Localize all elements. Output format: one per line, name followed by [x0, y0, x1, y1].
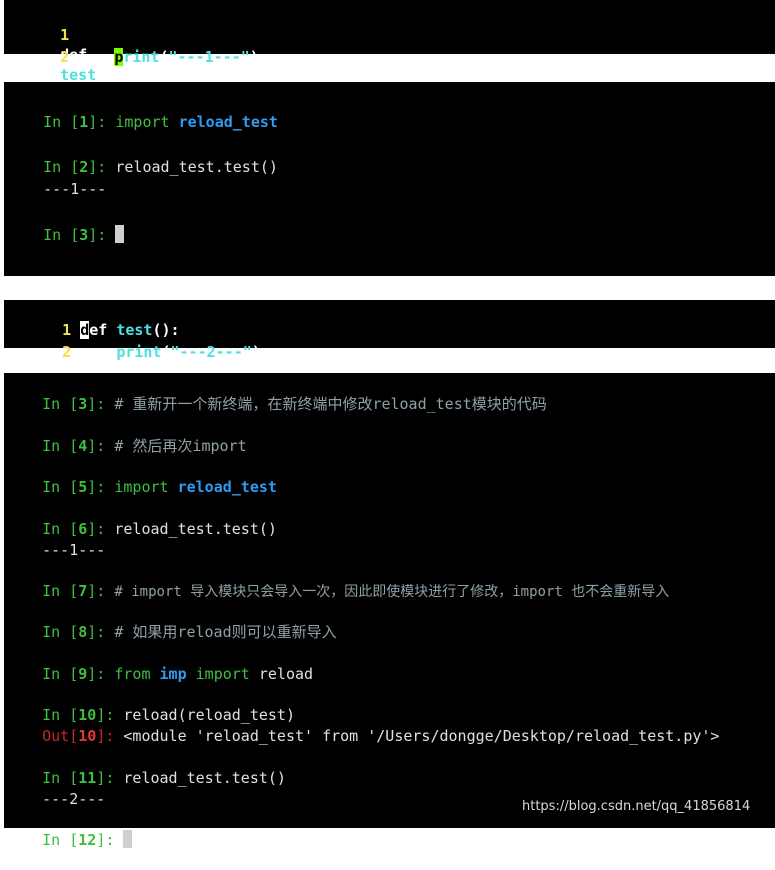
punctuation: (	[159, 48, 169, 66]
comment-text: # 重新开一个新终端，在新终端中修改reload_test模块的代码	[114, 395, 547, 413]
editor-panel-2: 1 def test(): 2 print("---2---")	[4, 300, 775, 361]
comment-text: # import 导入模块只会导入一次，因此即使模块进行了修改，import 也…	[114, 584, 670, 600]
stdout-text: ---1---	[42, 541, 106, 559]
input-cell-12[interactable]: In [12]:	[6, 810, 133, 849]
in-prompt: In [	[42, 582, 79, 600]
in-prompt-tail: ]:	[87, 623, 115, 641]
ipython-panel-2[interactable]: In [3]: # 重新开一个新终端，在新终端中修改reload_test模块的…	[4, 373, 775, 849]
text-cursor: p	[114, 48, 124, 66]
editor-panel-1: 1 def test(): 2 print("---1---")	[4, 0, 775, 84]
function-name: rint	[123, 48, 160, 66]
code-text: reload_test.test()	[114, 520, 277, 538]
stdout-text: ---1---	[43, 180, 107, 198]
out-prompt-tail: ]:	[96, 727, 124, 745]
in-prompt: In [	[42, 831, 79, 849]
editor-line-1: 1 def test():	[26, 300, 180, 339]
keyword-from: from	[114, 665, 151, 683]
in-prompt-tail: ]:	[96, 831, 124, 849]
code-text: reload	[258, 665, 314, 683]
input-cell-11: In [11]: reload_test.test()	[6, 748, 286, 787]
punctuation: )	[251, 343, 261, 361]
out-prompt: Out[	[42, 727, 79, 745]
in-prompt: In [	[42, 395, 79, 413]
input-cell-4: In [4]: # 然后再次import	[6, 416, 247, 455]
output-repr: <module 'reload_test' from '/Users/dongg…	[123, 727, 720, 745]
prompt-number: 5	[78, 478, 88, 496]
stdout-text: ---2---	[42, 790, 106, 808]
string-literal: "---2---"	[170, 343, 252, 361]
in-prompt: In [	[43, 113, 80, 131]
prompt-number: 8	[78, 623, 88, 641]
in-prompt: In [	[42, 437, 79, 455]
editor-line-1: 1 def test():	[24, 5, 123, 84]
prompt-number: 7	[78, 582, 88, 600]
input-cell-10: In [10]: reload(reload_test)	[6, 685, 295, 724]
input-cursor[interactable]	[123, 830, 133, 848]
string-literal: "---1---"	[168, 48, 250, 66]
input-cell-6: In [6]: reload_test.test()	[6, 499, 277, 538]
punctuation: )	[249, 48, 259, 66]
in-prompt: In [	[42, 665, 79, 683]
prompt-number: 10	[78, 727, 97, 745]
in-prompt-tail: ]:	[87, 437, 115, 455]
editor-line-2: 2 print("---2---")	[26, 322, 261, 361]
watermark-text: https://blog.csdn.net/qq_41856814	[522, 799, 751, 814]
in-prompt-tail: ]:	[88, 226, 116, 244]
code-text: reload_test.test()	[123, 769, 286, 787]
in-prompt: In [	[42, 623, 79, 641]
module-name: imp	[159, 665, 187, 683]
output-text: ---1---	[7, 159, 106, 198]
code-text: reload_test.test()	[115, 158, 278, 176]
input-cell-5: In [5]: import reload_test	[6, 457, 277, 496]
prompt-number: 9	[78, 665, 88, 683]
output-text: ---2---	[6, 769, 105, 808]
keyword-import: import	[115, 113, 170, 131]
in-prompt: In [	[42, 478, 79, 496]
prompt-number: 12	[78, 831, 97, 849]
in-prompt-tail: ]:	[88, 113, 116, 131]
keyword-import: import	[114, 478, 169, 496]
keyword-import: import	[195, 665, 250, 683]
module-name: reload_test	[178, 113, 278, 131]
in-prompt-tail: ]:	[87, 478, 115, 496]
output-cell-10: Out[10]: <module 'reload_test' from '/Us…	[6, 706, 719, 745]
prompt-number: 3	[78, 395, 88, 413]
punctuation: (	[161, 343, 171, 361]
input-cell-3: In [3]: # 重新开一个新终端，在新终端中修改reload_test模块的…	[6, 374, 547, 413]
comment-text: # 如果用reload则可以重新导入	[114, 623, 337, 641]
in-prompt-tail: ]:	[87, 665, 115, 683]
input-cursor[interactable]	[115, 225, 125, 243]
line-number: 2	[62, 343, 72, 361]
in-prompt-tail: ]:	[87, 582, 115, 600]
output-text: ---1---	[6, 520, 105, 559]
editor-line-2: 2 print("---1---")	[24, 27, 259, 66]
input-cell-9: In [9]: from imp import reload	[6, 644, 313, 683]
prompt-number: 4	[78, 437, 88, 455]
input-cell-7: In [7]: # import 导入模块只会导入一次，因此即使模块进行了修改，…	[6, 561, 669, 600]
input-cell-2: In [2]: reload_test.test()	[7, 137, 278, 176]
module-name: reload_test	[177, 478, 277, 496]
prompt-number: 1	[79, 113, 89, 131]
input-cell-3[interactable]: In [3]:	[7, 205, 125, 244]
comment-text: # 然后再次import	[114, 437, 247, 455]
in-prompt-tail: ]:	[87, 395, 115, 413]
line-number: 2	[60, 48, 70, 66]
ipython-panel-1[interactable]: In [1]: import reload_test In [2]: reloa…	[4, 82, 775, 276]
input-cell-8: In [8]: # 如果用reload则可以重新导入	[6, 602, 337, 641]
in-prompt: In [	[43, 226, 80, 244]
prompt-number: 3	[79, 226, 89, 244]
function-name: print	[116, 343, 162, 361]
input-cell-1: In [1]: import reload_test	[7, 92, 278, 131]
